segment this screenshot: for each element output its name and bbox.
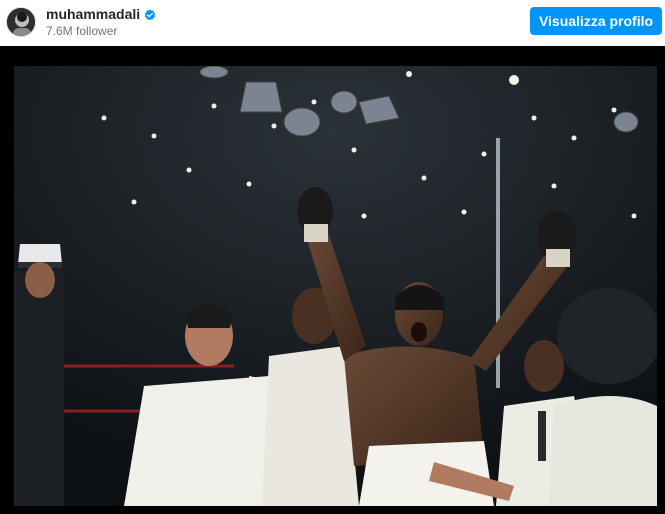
view-profile-button[interactable]: Visualizza profilo: [530, 7, 662, 35]
officer-figure: [14, 244, 64, 506]
username-row: muhammadali: [46, 6, 156, 22]
avatar-image: [7, 8, 35, 36]
follower-count: 7.6M follower: [46, 24, 118, 38]
verified-badge-icon: [144, 8, 156, 21]
post-header: muhammadali 7.6M follower Visualizza pro…: [0, 0, 665, 46]
post-media: [0, 46, 665, 514]
username-link[interactable]: muhammadali: [46, 6, 140, 22]
boxing-celebration-photo: [14, 66, 657, 506]
profile-avatar[interactable]: [6, 7, 36, 37]
post-photo[interactable]: [14, 66, 657, 506]
